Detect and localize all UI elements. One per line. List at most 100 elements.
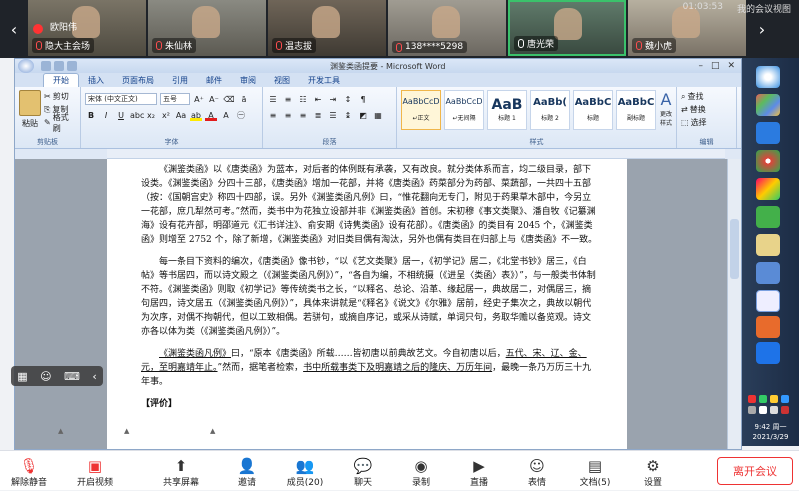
participant-tile[interactable]: 138****5298 (388, 0, 506, 56)
participant-tile[interactable]: 温志拔 (268, 0, 386, 56)
style-title[interactable]: AaBbC 标题 (573, 90, 613, 130)
chrome-icon[interactable] (756, 150, 780, 172)
collapse-arrow-icon[interactable]: ‹ (92, 370, 96, 383)
font-name-select[interactable]: 宋体 (中文正文) (85, 93, 157, 105)
word-taskbar-icon[interactable] (756, 290, 780, 312)
start-video-button[interactable]: ▣ 开启视频 (66, 451, 124, 491)
keyboard-icon[interactable]: ⌨ (64, 370, 80, 383)
decrease-indent-icon[interactable]: ⇤ (312, 94, 324, 105)
sort-icon[interactable]: ↕ (342, 94, 354, 105)
video-options-caret-icon[interactable]: ▲ (124, 427, 132, 435)
volume-icon[interactable] (770, 406, 778, 414)
folder-icon[interactable] (756, 234, 780, 256)
documents-button[interactable]: ▤ 文档(5) (566, 451, 624, 491)
unmute-button[interactable]: 🎙 解除静音 (0, 451, 58, 491)
clear-format-icon[interactable]: ⌫ (223, 94, 235, 105)
align-right-icon[interactable]: ≡ (297, 110, 309, 121)
tray-icon[interactable] (748, 395, 756, 403)
numbering-icon[interactable]: ≡ (282, 94, 294, 105)
style-heading-1[interactable]: AaB 标题 1 (487, 90, 527, 130)
italic-icon[interactable]: I (100, 110, 112, 121)
powerpoint-icon[interactable] (756, 316, 780, 338)
document-page[interactable]: 《渊鉴类函》以《唐类函》为蓝本，对后者的体例既有承袭，又有改良。就分类体系而言，… (107, 159, 627, 449)
tab-developer[interactable]: 开发工具 (299, 74, 349, 87)
tab-home[interactable]: 开始 (43, 73, 79, 87)
justify-icon[interactable]: ≣ (312, 110, 324, 121)
reactions-button[interactable]: ☺ 表情 (508, 451, 566, 491)
style-no-spacing[interactable]: AaBbCcD ↵无间隔 (444, 90, 484, 130)
grid-icon[interactable]: ▦ (17, 370, 27, 383)
borders-icon[interactable]: ▦ (372, 110, 384, 121)
tab-references[interactable]: 引用 (163, 74, 197, 87)
subscript-icon[interactable]: x₂ (145, 110, 157, 121)
tab-view[interactable]: 视图 (265, 74, 299, 87)
members-button[interactable]: 👥 成员(20) (276, 451, 334, 491)
browser-icon[interactable] (756, 122, 780, 144)
multilevel-list-icon[interactable]: ☷ (297, 94, 309, 105)
style-normal[interactable]: AaBbCcD ↵正文 (401, 90, 441, 130)
vertical-scrollbar[interactable] (727, 159, 741, 449)
tray-icon[interactable] (781, 395, 789, 403)
strip-prev-arrow-icon[interactable]: ‹ (0, 0, 28, 58)
maximize-icon[interactable]: □ (711, 61, 720, 71)
participant-tile-active-speaker[interactable]: 唐光荣 (508, 0, 626, 56)
live-stream-button[interactable]: ▶ 直播 (450, 451, 508, 491)
phonetic-icon[interactable]: ā (238, 94, 250, 105)
redo-icon[interactable] (67, 61, 77, 71)
app-icon[interactable] (756, 178, 780, 200)
font-size-select[interactable]: 五号 (160, 93, 190, 105)
increase-indent-icon[interactable]: ⇥ (327, 94, 339, 105)
shrink-font-icon[interactable]: A⁻ (208, 94, 220, 105)
underline-icon[interactable]: U (115, 110, 127, 121)
style-heading-2[interactable]: AaBb(标题 2 (530, 90, 570, 130)
strikethrough-icon[interactable]: abc (130, 110, 144, 121)
leave-meeting-button[interactable]: 离开会议 (717, 457, 793, 485)
share-screen-button[interactable]: ⬆ 共享屏幕 (152, 451, 210, 491)
tray-icon[interactable] (759, 395, 767, 403)
font-color-icon[interactable]: A (205, 110, 217, 121)
share-options-caret-icon[interactable]: ▲ (210, 427, 218, 435)
save-icon[interactable] (41, 61, 51, 71)
bold-icon[interactable]: B (85, 110, 97, 121)
horizontal-ruler[interactable] (107, 149, 725, 159)
bullets-icon[interactable]: ☰ (267, 94, 279, 105)
tray-icon[interactable] (770, 395, 778, 403)
align-left-icon[interactable]: ≡ (267, 110, 279, 121)
cut-button[interactable]: ✂ 剪切 (44, 90, 76, 103)
start-button-icon[interactable] (756, 66, 780, 88)
invite-button[interactable]: 👤 邀请 (218, 451, 276, 491)
superscript-icon[interactable]: x² (160, 110, 172, 121)
distributed-icon[interactable]: ☰ (327, 110, 339, 121)
line-spacing-icon[interactable]: ↨ (342, 110, 354, 121)
undo-icon[interactable] (54, 61, 64, 71)
change-case-icon[interactable]: Aa (175, 110, 187, 121)
grow-font-icon[interactable]: A⁺ (193, 94, 205, 105)
tab-review[interactable]: 审阅 (231, 74, 265, 87)
smiley-icon[interactable]: ☺ (40, 370, 51, 383)
chat-button[interactable]: 💬 聊天 (334, 451, 392, 491)
highlight-icon[interactable]: ab (190, 110, 202, 121)
meeting-app-icon[interactable] (756, 342, 780, 364)
tray-icon[interactable] (781, 406, 789, 414)
participant-tile[interactable]: 朱仙林 (148, 0, 266, 56)
app-icon[interactable] (756, 206, 780, 228)
align-center-icon[interactable]: ≡ (282, 110, 294, 121)
replace-button[interactable]: ⇄ 替换 (681, 103, 732, 116)
settings-button[interactable]: ⚙ 设置 (624, 451, 682, 491)
record-button[interactable]: ◉ 录制 (392, 451, 450, 491)
view-mode-button[interactable]: 我的会议视图 (737, 2, 791, 15)
format-painter-button[interactable]: ✎ 格式刷 (44, 113, 76, 133)
office-button-icon[interactable] (18, 59, 34, 73)
shading-icon[interactable]: ◩ (357, 110, 369, 121)
taskbar-clock[interactable]: 9:42 周一 2021/3/29 (744, 422, 797, 442)
tray-icon[interactable] (748, 406, 756, 414)
scrollbar-thumb[interactable] (730, 219, 739, 279)
find-button[interactable]: ⌕ 查找 (681, 90, 732, 103)
close-icon[interactable]: ✕ (727, 61, 735, 71)
show-marks-icon[interactable]: ¶ (357, 94, 369, 105)
tab-page-layout[interactable]: 页面布局 (113, 74, 163, 87)
tab-insert[interactable]: 插入 (79, 74, 113, 87)
app-icon[interactable] (756, 262, 780, 284)
participant-tile[interactable]: 隐大主会场 (28, 0, 146, 56)
app-icon[interactable] (756, 94, 780, 116)
